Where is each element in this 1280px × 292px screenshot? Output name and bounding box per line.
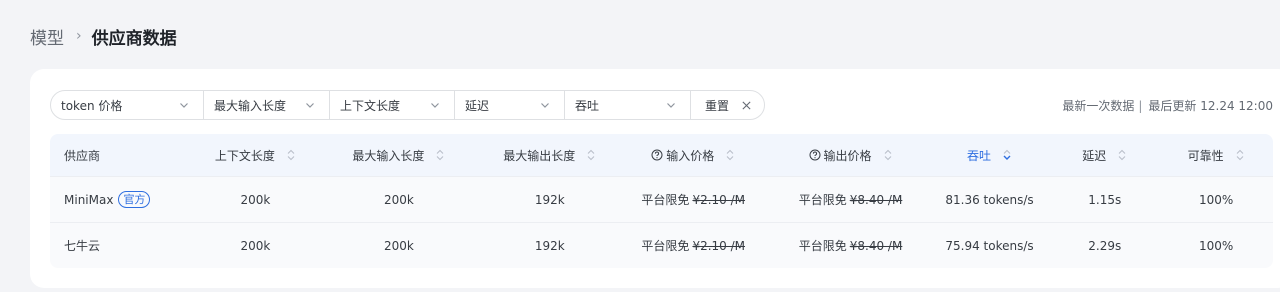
- filter-context-length[interactable]: 上下文长度: [330, 91, 455, 119]
- table-row[interactable]: 七牛云 200k 200k 192k 平台限免 ¥2.10 /M 平台限免 ¥8…: [50, 222, 1273, 268]
- provider-name: MiniMax: [64, 192, 114, 207]
- sort-icon: [726, 149, 734, 161]
- filter-label: 最大输入长度: [214, 98, 287, 113]
- free-label: 平台限免: [798, 193, 847, 207]
- official-badge: 官方: [118, 191, 151, 208]
- page-title: 供应商数据: [91, 28, 177, 49]
- chevron-down-icon: [541, 103, 549, 108]
- sort-icon: [437, 149, 444, 161]
- column-header-output-price[interactable]: 输出价格: [772, 147, 928, 164]
- output-price-cell: 平台限免 ¥8.40 /M: [772, 237, 928, 254]
- free-label: 平台限免: [641, 239, 690, 253]
- sort-icon: [287, 149, 295, 161]
- input-price-cell: 平台限免 ¥2.10 /M: [614, 191, 772, 208]
- reset-label: 重置: [705, 98, 730, 113]
- latest-data-label: 最新一次数据: [1062, 99, 1135, 113]
- original-price: ¥8.40 /M: [849, 192, 903, 207]
- max-output-length-cell: 192k: [534, 238, 565, 253]
- original-price: ¥8.40 /M: [849, 238, 903, 253]
- filter-label: 延迟: [465, 98, 490, 113]
- filter-label: 上下文长度: [340, 98, 401, 113]
- output-price-cell: 平台限免 ¥8.40 /M: [772, 191, 928, 208]
- provider-name: 七牛云: [64, 239, 101, 253]
- max-input-length-cell: 200k: [383, 238, 414, 253]
- filter-bar: token 价格 最大输入长度 上下文长度 延迟 吞吐 重置: [50, 90, 765, 120]
- filter-token-price[interactable]: token 价格: [51, 91, 204, 119]
- column-header-throughput[interactable]: 吞吐: [929, 147, 1051, 164]
- filter-throughput[interactable]: 吞吐: [565, 91, 691, 119]
- reset-filters-button[interactable]: 重置: [691, 91, 764, 119]
- column-header-max-input-length[interactable]: 最大输入长度: [312, 147, 485, 164]
- context-length-cell: 200k: [240, 192, 271, 207]
- help-circle-icon[interactable]: [809, 149, 821, 161]
- throughput-cell: 75.94 tokens/s: [945, 238, 1034, 253]
- column-label: 最大输出长度: [503, 148, 576, 163]
- column-header-latency[interactable]: 延迟: [1050, 147, 1159, 164]
- column-header-reliability[interactable]: 可靠性: [1159, 147, 1273, 164]
- original-price: ¥2.10 /M: [692, 192, 746, 207]
- free-label: 平台限免: [641, 193, 690, 207]
- data-update-info: 最新一次数据 | 最后更新 12.24 12:00: [1062, 97, 1273, 114]
- throughput-cell: 81.36 tokens/s: [945, 192, 1034, 207]
- meta-divider: |: [1138, 98, 1143, 113]
- column-label: 输入价格: [666, 148, 715, 163]
- column-label: 可靠性: [1187, 148, 1224, 163]
- free-label: 平台限免: [798, 239, 847, 253]
- chevron-down-icon: [306, 103, 314, 108]
- latency-cell: 1.15s: [1088, 192, 1122, 207]
- column-header-context-length[interactable]: 上下文长度: [199, 147, 313, 164]
- last-updated-label: 最后更新 12.24 12:00: [1148, 99, 1273, 113]
- breadcrumb: 模型 › 供应商数据: [30, 24, 177, 49]
- chevron-down-icon: [431, 103, 439, 108]
- column-header-input-price[interactable]: 输入价格: [614, 147, 772, 164]
- column-label: 最大输入长度: [352, 148, 425, 163]
- column-label: 输出价格: [823, 148, 872, 163]
- column-label: 上下文长度: [214, 148, 275, 163]
- chevron-down-icon: [667, 103, 675, 108]
- provider-cell: 七牛云: [50, 237, 199, 254]
- sort-icon: [1118, 149, 1126, 161]
- original-price: ¥2.10 /M: [692, 238, 746, 253]
- column-label: 吞吐: [967, 148, 992, 163]
- filter-label: token 价格: [61, 98, 123, 113]
- table-row[interactable]: MiniMax 官方 200k 200k 192k 平台限免 ¥2.10 /M …: [50, 176, 1273, 222]
- breadcrumb-parent-link[interactable]: 模型: [30, 24, 64, 49]
- provider-data-card: token 价格 最大输入长度 上下文长度 延迟 吞吐 重置 最新一次数据 | …: [30, 69, 1280, 288]
- sort-icon: [1236, 149, 1243, 161]
- chevron-down-icon: [180, 103, 188, 108]
- reliability-cell: 100%: [1198, 238, 1234, 253]
- sort-icon: [884, 149, 891, 161]
- column-header-max-output-length[interactable]: 最大输出长度: [485, 147, 614, 164]
- max-output-length-cell: 192k: [534, 192, 565, 207]
- latency-cell: 2.29s: [1088, 238, 1122, 253]
- breadcrumb-separator-icon: ›: [76, 28, 82, 44]
- filter-label: 吞吐: [575, 98, 600, 113]
- help-circle-icon[interactable]: [651, 149, 663, 161]
- context-length-cell: 200k: [240, 238, 271, 253]
- provider-table: 供应商 上下文长度 最大输入长度 最大输出长度 输入价格 输出价格 吞吐 延迟 …: [50, 134, 1273, 268]
- max-input-length-cell: 200k: [383, 192, 414, 207]
- column-label: 延迟: [1082, 148, 1107, 163]
- filter-latency[interactable]: 延迟: [455, 91, 565, 119]
- input-price-cell: 平台限免 ¥2.10 /M: [614, 237, 772, 254]
- sort-icon: [587, 149, 595, 161]
- close-icon: [742, 100, 751, 110]
- column-header-provider: 供应商: [50, 147, 199, 164]
- provider-cell: MiniMax 官方: [50, 191, 199, 208]
- column-label: 供应商: [64, 148, 101, 163]
- sort-descending-icon: [1003, 149, 1011, 160]
- filter-max-input-length[interactable]: 最大输入长度: [204, 91, 330, 119]
- table-header: 供应商 上下文长度 最大输入长度 最大输出长度 输入价格 输出价格 吞吐 延迟 …: [50, 134, 1273, 176]
- reliability-cell: 100%: [1198, 192, 1234, 207]
